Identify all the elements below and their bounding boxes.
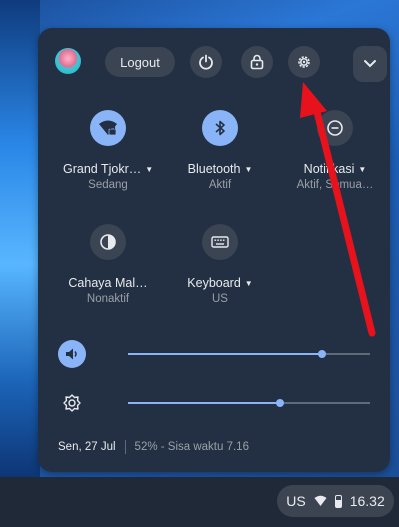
input-method-indicator: US	[286, 493, 306, 509]
logout-button[interactable]: Logout	[105, 47, 175, 77]
battery-icon	[334, 494, 342, 508]
quick-settings-header: Logout	[38, 28, 390, 92]
brightness-button[interactable]	[58, 389, 86, 417]
do-not-disturb-icon	[327, 120, 343, 136]
status-tray[interactable]: US 16.32	[277, 485, 394, 517]
user-avatar[interactable]	[55, 48, 81, 74]
brightness-icon	[63, 394, 81, 412]
shelf: US 16.32	[0, 477, 399, 527]
night-light-status: Nonaktif	[86, 293, 130, 305]
chevron-down-icon	[364, 60, 376, 68]
night-light-toggle[interactable]	[90, 224, 126, 260]
volume-slider-fill	[128, 353, 322, 355]
night-light-icon	[100, 234, 116, 250]
wifi-icon	[314, 495, 327, 506]
notifications-toggle[interactable]	[317, 110, 353, 146]
bluetooth-name: Bluetooth	[187, 162, 241, 176]
keyboard-toggle[interactable]	[202, 224, 238, 260]
brightness-slider-fill	[128, 402, 281, 404]
notifications-label[interactable]: Notifikasi ▼	[290, 162, 380, 176]
wifi-status: Sedang	[88, 179, 128, 191]
collapse-button[interactable]	[353, 46, 387, 82]
caret-down-icon: ▼	[244, 165, 253, 175]
footer-divider	[124, 440, 126, 454]
wifi-locked-icon	[99, 120, 117, 136]
notifications-name: Notifikasi	[303, 162, 355, 176]
battery-status: 52% - Sisa waktu 7.16	[134, 441, 249, 453]
caret-down-icon: ▼	[244, 279, 253, 289]
tile-notifications[interactable]: Notifikasi ▼ Aktif, Semua…	[290, 110, 380, 191]
clock: 16.32	[349, 493, 385, 509]
lock-button[interactable]	[241, 46, 273, 78]
settings-button[interactable]	[288, 46, 320, 78]
volume-slider-thumb[interactable]	[317, 350, 326, 358]
volume-slider-row	[58, 339, 370, 369]
keyboard-icon	[211, 236, 229, 248]
wifi-name: Grand Tjokr…	[63, 162, 142, 176]
keyboard-status: US	[212, 293, 228, 305]
tile-night-light[interactable]: Cahaya Mal… Nonaktif	[63, 224, 153, 305]
gear-icon	[298, 56, 310, 68]
brightness-slider-row	[58, 388, 370, 418]
bluetooth-status: Aktif	[208, 179, 232, 191]
power-button[interactable]	[190, 46, 222, 78]
brightness-slider-thumb[interactable]	[276, 399, 285, 407]
caret-down-icon: ▼	[358, 165, 367, 175]
quick-settings-panel: Logout Grand Tjokr… ▼ Sedang Bluetooth ▼…	[38, 28, 390, 472]
bluetooth-icon	[215, 120, 225, 136]
bluetooth-toggle[interactable]	[202, 110, 238, 146]
tile-bluetooth[interactable]: Bluetooth ▼ Aktif	[175, 110, 265, 191]
wallpaper	[0, 0, 40, 480]
brightness-slider[interactable]	[128, 399, 370, 407]
wifi-label[interactable]: Grand Tjokr… ▼	[63, 162, 153, 176]
lock-icon	[250, 54, 264, 70]
keyboard-name: Keyboard	[187, 276, 241, 290]
tile-keyboard[interactable]: Keyboard ▼ US	[175, 224, 265, 305]
caret-down-icon: ▼	[145, 165, 154, 175]
tile-wifi[interactable]: Grand Tjokr… ▼ Sedang	[63, 110, 153, 191]
notifications-status: Aktif, Semua…	[296, 179, 374, 191]
date-label[interactable]: Sen, 27 Jul	[58, 441, 116, 453]
night-light-label[interactable]: Cahaya Mal…	[63, 276, 153, 290]
status-footer: Sen, 27 Jul 52% - Sisa waktu 7.16	[58, 440, 249, 454]
bluetooth-label[interactable]: Bluetooth ▼	[175, 162, 265, 176]
mute-button[interactable]	[58, 340, 86, 368]
volume-icon	[66, 348, 77, 360]
keyboard-label[interactable]: Keyboard ▼	[175, 276, 265, 290]
power-icon	[199, 54, 213, 70]
wifi-toggle[interactable]	[90, 110, 126, 146]
volume-slider[interactable]	[128, 350, 370, 358]
